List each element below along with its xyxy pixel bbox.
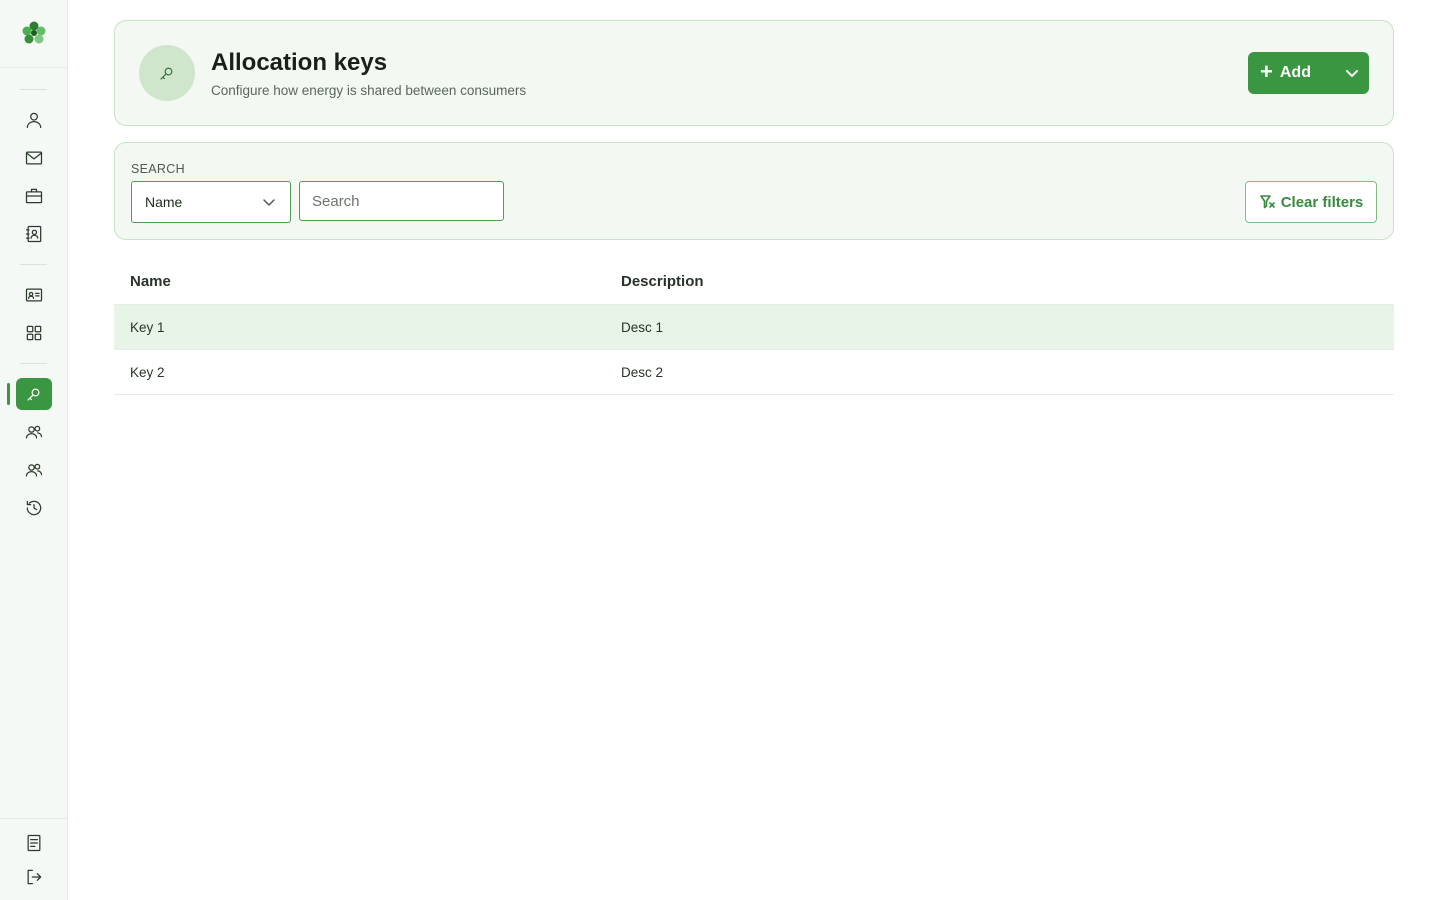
sidebar-divider — [20, 89, 47, 90]
add-options-toggle[interactable] — [1334, 52, 1369, 94]
key-icon[interactable] — [16, 378, 52, 410]
mail-icon[interactable] — [22, 146, 46, 170]
sidebar-divider — [20, 363, 47, 364]
plus-icon: + — [1260, 59, 1273, 84]
chevron-down-icon — [263, 199, 275, 206]
grid-icon[interactable] — [22, 321, 46, 345]
search-field-value: Name — [145, 194, 183, 210]
document-icon[interactable] — [22, 831, 46, 855]
active-indicator — [7, 383, 10, 405]
cell-description: Desc 2 — [621, 364, 664, 380]
filter-clear-icon — [1259, 195, 1275, 209]
sidebar-divider — [0, 67, 67, 68]
table-row[interactable]: Key 1 Desc 1 — [114, 305, 1394, 350]
search-section-label: SEARCH — [131, 162, 185, 176]
clover-logo[interactable] — [19, 18, 49, 48]
column-header-name[interactable]: Name — [114, 273, 621, 290]
table-header: Name Description — [114, 258, 1394, 305]
briefcase-icon[interactable] — [22, 184, 46, 208]
sidebar — [0, 0, 68, 900]
page-header: Allocation keys Configure how energy is … — [114, 20, 1394, 126]
clear-filters-label: Clear filters — [1280, 193, 1364, 211]
cell-description: Desc 1 — [621, 319, 664, 335]
cell-name: Key 1 — [130, 319, 165, 335]
clear-filters-button[interactable]: Clear filters — [1245, 181, 1377, 223]
logout-icon[interactable] — [22, 865, 46, 889]
history-icon[interactable] — [22, 496, 46, 520]
search-field-select[interactable]: Name — [131, 181, 291, 223]
add-split-button: + Add — [1248, 52, 1369, 94]
page-title: Allocation keys — [211, 49, 388, 76]
column-header-description[interactable]: Description — [621, 273, 1394, 290]
page-subtitle: Configure how energy is shared between c… — [211, 83, 527, 98]
key-icon — [139, 45, 195, 101]
table-row[interactable]: Key 2 Desc 2 — [114, 350, 1394, 395]
sidebar-divider — [20, 264, 47, 265]
contact-book-icon[interactable] — [22, 222, 46, 246]
sidebar-divider — [0, 818, 67, 819]
group-icon[interactable] — [22, 420, 46, 444]
cell-name: Key 2 — [130, 364, 165, 380]
search-input[interactable] — [299, 181, 504, 221]
chevron-down-icon — [1345, 70, 1358, 77]
user-icon[interactable] — [22, 108, 46, 132]
allocation-keys-table: Name Description Key 1 Desc 1 Key 2 Desc… — [114, 258, 1394, 395]
id-card-icon[interactable] — [22, 283, 46, 307]
add-button-label: Add — [1279, 64, 1311, 81]
add-button[interactable]: + Add — [1248, 52, 1334, 94]
group-icon[interactable] — [22, 458, 46, 482]
filter-panel: SEARCH Name Clear filters — [114, 142, 1394, 240]
